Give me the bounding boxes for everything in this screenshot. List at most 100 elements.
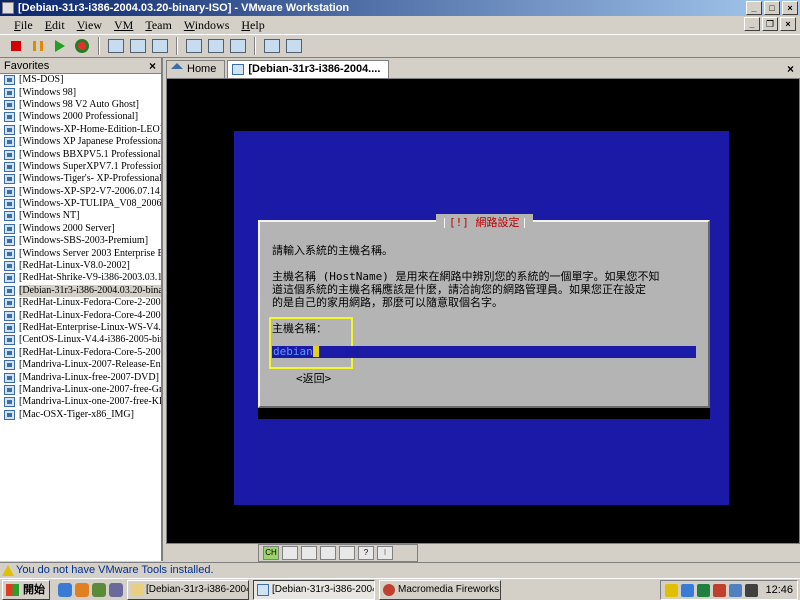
- vm-icon: [4, 161, 15, 172]
- favorites-item[interactable]: [Mandriva-Linux-one-2007-free-Gnon: [0, 384, 161, 396]
- ime-tray-icon[interactable]: [745, 583, 759, 597]
- favorites-item[interactable]: [Debian-31r3-i386-2004.03.20-binary: [0, 284, 161, 297]
- show-desktop-icon[interactable]: [109, 582, 123, 597]
- network-tray-icon[interactable]: [681, 583, 695, 597]
- menu-edit[interactable]: Edit: [39, 16, 71, 34]
- tab-close-icon[interactable]: ×: [787, 62, 794, 76]
- favorites-item[interactable]: [Mandriva-Linux-one-2007-free-KDE: [0, 396, 161, 408]
- vm-icon: [4, 397, 15, 408]
- help-icon[interactable]: ?: [358, 546, 374, 560]
- handwriting-icon[interactable]: [320, 546, 336, 560]
- favorites-item[interactable]: [RedHat-Linux-Fedora-Core-4-2005]: [0, 309, 161, 321]
- window-controls: _ □ ×: [746, 1, 798, 15]
- ie-icon[interactable]: [58, 582, 72, 597]
- close-button[interactable]: ×: [782, 1, 798, 15]
- mdi-restore-button[interactable]: ❐: [762, 17, 778, 31]
- volume-tray-icon[interactable]: [729, 583, 743, 597]
- task-fireworks[interactable]: Macromedia Fireworks M...: [379, 579, 501, 600]
- favorites-item[interactable]: [Mandriva-Linux-free-2007-DVD]: [0, 371, 161, 383]
- favorites-item[interactable]: [Mandriva-Linux-2007-Release-Eng-C: [0, 359, 161, 371]
- revert-snapshot-button[interactable]: [128, 36, 148, 56]
- menu-team[interactable]: Team: [139, 16, 178, 34]
- vm-icon: [4, 211, 15, 222]
- options-icon[interactable]: ⁝: [377, 546, 393, 560]
- favorites-item[interactable]: [Windows 2000 Professional]: [0, 111, 161, 123]
- power-off-button[interactable]: [6, 36, 26, 56]
- favorites-item[interactable]: [Windows 98]: [0, 86, 161, 98]
- snapshot-button[interactable]: [106, 36, 126, 56]
- favorites-item[interactable]: [Windows SuperXPV7.1 Professional]: [0, 161, 161, 173]
- title-bar[interactable]: [Debian-31r3-i386-2004.03.20-binary-ISO]…: [0, 0, 800, 16]
- vm-icon: [4, 236, 15, 247]
- snapshot-manager-icon: [152, 39, 168, 53]
- minimize-button[interactable]: _: [746, 1, 762, 15]
- favorites-item[interactable]: [RedHat-Enterprise-Linux-WS-V4.0-2: [0, 322, 161, 334]
- media-icon[interactable]: [92, 582, 106, 597]
- menu-windows[interactable]: Windows: [178, 16, 236, 34]
- back-button[interactable]: <返回>: [296, 370, 331, 386]
- power-on-button[interactable]: [50, 36, 70, 56]
- home-icon: [171, 63, 183, 69]
- antivirus-tray-icon[interactable]: [713, 583, 727, 597]
- warning-tray-icon[interactable]: [665, 583, 679, 597]
- full-screen-button[interactable]: [228, 36, 248, 56]
- favorites-item[interactable]: [RedHat-Linux-Fedora-Core-5-2006-i: [0, 347, 161, 359]
- favorites-item-label: [Mac-OSX-Tiger-x86_IMG]: [19, 408, 134, 420]
- start-button[interactable]: 開始: [2, 579, 50, 600]
- favorites-item[interactable]: [Windows Server 2003 Enterprise Edit: [0, 247, 161, 259]
- favorites-item[interactable]: [Windows XP Japanese Professional]: [0, 136, 161, 148]
- mdi-close-button[interactable]: ×: [780, 17, 796, 31]
- favorites-item[interactable]: [Windows-XP-SP2-V7-2006.07.14_IS: [0, 186, 161, 198]
- maximize-button[interactable]: □: [764, 1, 780, 15]
- favorites-item[interactable]: [Windows-Tiger's- XP-Professional-20: [0, 173, 161, 185]
- favorites-item-label: [RedHat-Linux-Fedora-Core-4-2005]: [19, 309, 161, 321]
- suspend-button[interactable]: [28, 36, 48, 56]
- favorites-item[interactable]: [CentOS-Linux-V4.4-i386-2005-bin1-: [0, 334, 161, 346]
- favorites-item[interactable]: [Windows 98 V2 Auto Ghost]: [0, 99, 161, 111]
- tab-home[interactable]: Home: [166, 60, 226, 78]
- task-vmware-2[interactable]: [Debian-31r3-i386-2004....: [253, 579, 375, 600]
- menu-view[interactable]: View: [71, 16, 108, 34]
- menu-file[interactable]: File: [8, 16, 39, 34]
- favorites-header: Favorites ×: [0, 58, 161, 74]
- favorites-item[interactable]: [MS-DOS]: [0, 74, 161, 86]
- quick-switch-icon: [208, 39, 224, 53]
- revert-icon: [130, 39, 146, 53]
- menu-vm[interactable]: VM: [108, 16, 139, 34]
- snapshot-manager-button[interactable]: [150, 36, 170, 56]
- favorites-item-label: [RedHat-Enterprise-Linux-WS-V4.0-2: [19, 322, 161, 333]
- tab-vm[interactable]: [Debian-31r3-i386-2004....: [227, 60, 390, 78]
- show-sidebar-button[interactable]: [184, 36, 204, 56]
- pen-icon[interactable]: [301, 546, 317, 560]
- hostname-input[interactable]: debian: [272, 346, 696, 358]
- keyboard-icon[interactable]: [282, 546, 298, 560]
- console-view-button[interactable]: [262, 36, 282, 56]
- favorites-item[interactable]: [Windows-XP-Home-Edition-LEO]: [0, 124, 161, 136]
- favorites-item[interactable]: [Windows BBXPV5.1 Professional]: [0, 148, 161, 160]
- favorites-item-label: [Windows BBXPV5.1 Professional]: [19, 148, 161, 160]
- toolbar-separator: [176, 37, 178, 55]
- quick-switch-button[interactable]: [206, 36, 226, 56]
- favorites-item[interactable]: [Windows-XP-TULIPA_V08_2006.08: [0, 198, 161, 210]
- favorites-item[interactable]: [Windows 2000 Server]: [0, 223, 161, 235]
- favorites-item[interactable]: [Windows NT]: [0, 210, 161, 222]
- ime-indicator[interactable]: CH: [263, 546, 279, 560]
- firefox-icon[interactable]: [75, 582, 89, 597]
- summary-view-button[interactable]: [284, 36, 304, 56]
- warning-icon: [2, 565, 14, 576]
- vm-console[interactable]: [!] 網路設定 請輸入系統的主機名稱。 主機名稱 (HostName) 是用來…: [166, 78, 800, 544]
- reset-button[interactable]: [72, 36, 92, 56]
- folder-icon: [131, 583, 143, 596]
- favorites-item[interactable]: [Windows-SBS-2003-Premium]: [0, 235, 161, 247]
- favorites-item[interactable]: [Mac-OSX-Tiger-x86_IMG]: [0, 409, 161, 421]
- favorites-item-label: [Windows 98]: [19, 86, 77, 98]
- soft-keyboard-icon[interactable]: [339, 546, 355, 560]
- favorites-item[interactable]: [RedHat-Linux-V8.0-2002]: [0, 260, 161, 272]
- favorites-item[interactable]: [RedHat-Linux-Fedora-Core-2-2004]: [0, 297, 161, 309]
- mdi-minimize-button[interactable]: _: [744, 17, 760, 31]
- security-tray-icon[interactable]: [697, 583, 711, 597]
- menu-help[interactable]: Help: [235, 16, 270, 34]
- task-vmware-1[interactable]: [Debian-31r3-i386-2004....: [127, 579, 249, 600]
- favorites-close-icon[interactable]: ×: [149, 58, 156, 74]
- favorites-item[interactable]: [RedHat-Shrike-V9-i386-2003.03.14-: [0, 272, 161, 284]
